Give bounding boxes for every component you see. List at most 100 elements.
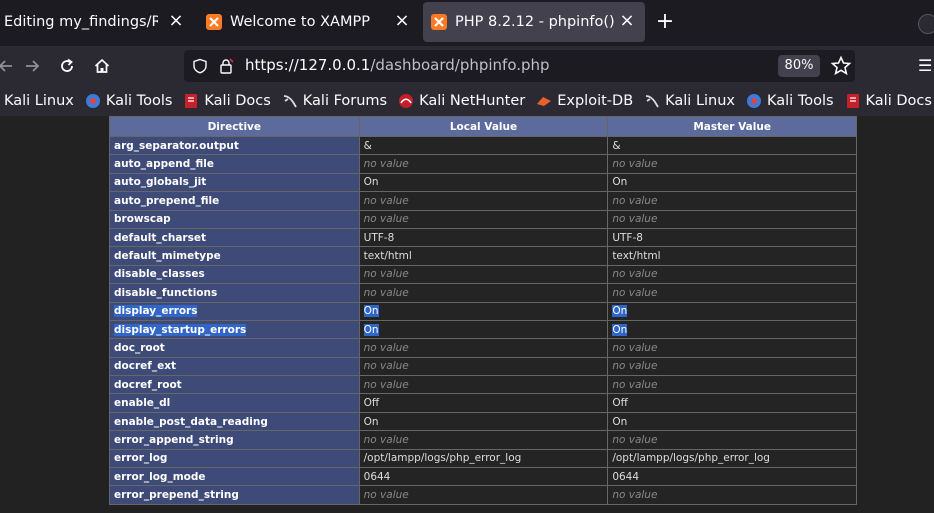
url-bar[interactable]: https://127.0.0.1/dashboard/phpinfo.php … — [184, 50, 855, 82]
home-button[interactable] — [90, 54, 114, 78]
master-value-cell: /opt/lampp/logs/php_error_log — [607, 448, 857, 469]
bookmarks-toolbar: Kali Linux Kali Tools Kali Docs Kali For… — [0, 86, 934, 116]
close-tab-icon[interactable]: × — [392, 11, 412, 31]
tab-title: Welcome to XAMPP — [230, 14, 370, 30]
directive-cell: error_append_string — [109, 430, 360, 450]
local-value-cell-text: text/html — [363, 250, 412, 263]
bookmark-star-icon[interactable] — [829, 54, 853, 78]
bookmark-exploit-db[interactable]: Exploit-DB — [536, 93, 633, 109]
table-row: error_log_mode 0644 0644 — [109, 467, 857, 487]
bookmark-kali-docs[interactable]: Kali Docs — [183, 93, 271, 109]
local-value-cell-text: 0644 — [363, 470, 391, 483]
directive-cell-text: auto_append_file — [114, 158, 215, 171]
bookmark-kali-nethunter[interactable]: Kali NetHunter — [398, 93, 525, 109]
table-row: error_prepend_string no value no value — [109, 485, 857, 505]
table-row: docref_root no value no value — [109, 375, 857, 395]
local-value-cell: no value — [358, 485, 609, 505]
master-value-cell: On — [607, 319, 857, 340]
local-value-cell: no value — [358, 338, 609, 358]
directive-cell: enable_post_data_reading — [109, 411, 360, 432]
forward-button[interactable] — [20, 54, 44, 78]
table-row: doc_root no value no value — [109, 338, 857, 358]
directive-cell-text: docref_ext — [114, 360, 176, 373]
menu-icon[interactable]: ☰ — [918, 56, 932, 75]
bookmark-kali-docs-2[interactable]: Kali Docs — [845, 93, 932, 109]
bookmark-kali-forums[interactable]: Kali Forums — [282, 93, 387, 109]
master-value-cell: On — [607, 172, 857, 193]
directive-cell-text: arg_separator.output — [114, 139, 239, 152]
local-value-cell-text: UTF-8 — [363, 231, 395, 244]
tab-phpinfo[interactable]: PHP 8.2.12 - phpinfo() × — [423, 2, 645, 42]
directive-cell-text: error_prepend_string — [114, 489, 239, 502]
header-master-value: Master Value — [607, 116, 857, 137]
master-value-cell: no value — [607, 154, 857, 174]
back-arrow-icon — [0, 60, 12, 72]
directive-cell-text: error_log — [114, 452, 168, 465]
nethunter-icon — [399, 94, 414, 108]
master-value-cell: 0644 — [607, 467, 857, 487]
bookmark-label: Kali Forums — [302, 93, 388, 109]
master-value-cell-text: Off — [612, 397, 628, 410]
directive-cell-text: doc_root — [114, 341, 165, 354]
local-value-cell-text: no value — [363, 158, 409, 171]
forward-arrow-icon — [26, 60, 40, 72]
account-icon[interactable] — [918, 14, 934, 34]
master-value-cell-text: text/html — [612, 250, 661, 263]
table-row: auto_globals_jit On On — [109, 172, 857, 193]
table-row: docref_ext no value no value — [109, 356, 857, 377]
kali-tools-icon — [85, 94, 100, 108]
local-value-cell: no value — [358, 154, 609, 174]
master-value-cell-text: no value — [612, 286, 658, 299]
close-tab-icon[interactable]: × — [617, 11, 637, 31]
local-value-cell: On — [358, 319, 609, 340]
table-row: auto_prepend_file no value no value — [109, 191, 857, 211]
local-value-cell: text/html — [358, 246, 609, 266]
master-value-cell: no value — [607, 191, 857, 211]
directive-cell: display_startup_errors — [109, 319, 360, 340]
local-value-cell: no value — [358, 430, 609, 450]
close-tab-icon[interactable]: × — [166, 11, 186, 31]
lock-icon[interactable] — [218, 58, 234, 74]
bookmark-kali-linux-2[interactable]: Kali Linux — [644, 93, 735, 109]
master-value-cell-text: no value — [612, 213, 658, 226]
bookmark-kali-tools-2[interactable]: Kali Tools — [746, 93, 834, 109]
xampp-icon — [431, 14, 447, 30]
local-value-cell: no value — [358, 283, 609, 303]
zoom-level-button[interactable]: 80% — [778, 55, 820, 77]
bookmark-label: Kali Docs — [204, 93, 271, 109]
master-value-cell-text: no value — [612, 433, 658, 446]
bookmark-kali-linux[interactable]: Kali Linux — [4, 93, 74, 109]
master-value-cell-text: UTF-8 — [612, 231, 643, 244]
master-value-cell-text: no value — [612, 194, 658, 207]
master-value-cell-text: & — [612, 139, 621, 152]
local-value-cell: UTF-8 — [358, 227, 609, 248]
directive-cell: enable_dl — [109, 393, 360, 413]
reload-button[interactable] — [55, 54, 79, 78]
back-button[interactable] — [0, 54, 18, 78]
shield-icon[interactable] — [192, 58, 208, 74]
bookmark-kali-tools[interactable]: Kali Tools — [85, 93, 172, 109]
master-value-cell: no value — [607, 375, 857, 395]
local-value-cell: no value — [358, 209, 609, 229]
directive-cell-text: default_mimetype — [114, 250, 221, 263]
new-tab-button[interactable]: + — [654, 11, 676, 33]
local-value-cell: & — [358, 135, 609, 156]
xampp-icon — [206, 14, 222, 30]
directive-cell-text: error_log_mode — [114, 470, 206, 483]
local-value-cell-text: no value — [363, 433, 409, 446]
directive-cell: doc_root — [109, 338, 360, 358]
local-value-cell-text: /opt/lampp/logs/php_error_log — [363, 452, 522, 465]
tab-welcome-xampp[interactable]: Welcome to XAMPP × — [198, 2, 420, 42]
master-value-cell-text: On — [612, 323, 628, 336]
header-local-value: Local Value — [358, 116, 609, 137]
local-value-cell-text: Off — [363, 397, 380, 410]
local-value-cell-text: no value — [363, 286, 409, 299]
directive-cell: disable_functions — [109, 283, 360, 303]
directive-cell: error_log — [109, 448, 360, 469]
local-value-cell: no value — [358, 375, 609, 395]
directive-cell-text: error_append_string — [114, 433, 234, 446]
url-text[interactable]: https://127.0.0.1/dashboard/phpinfo.php — [245, 56, 550, 74]
local-value-cell: /opt/lampp/logs/php_error_log — [358, 448, 609, 469]
table-row: auto_append_file no value no value — [109, 154, 857, 174]
tab-editing-findings[interactable]: Editing my_findings/READ × — [0, 2, 194, 42]
